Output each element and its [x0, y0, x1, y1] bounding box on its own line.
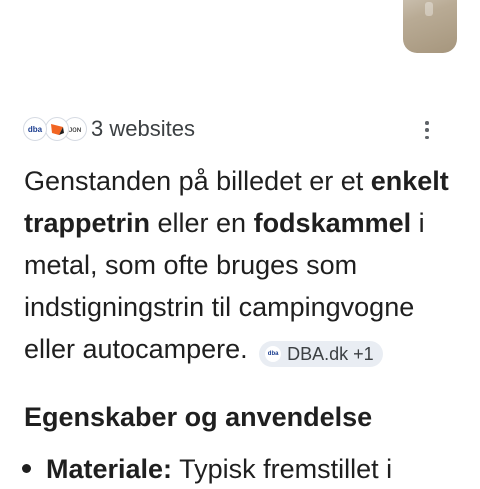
answer-paragraph: Genstanden på billedet er et enkelt trap…: [24, 160, 469, 370]
dba-favicon-icon: dba: [23, 117, 47, 141]
source-favicons: dba ᴊᴏɴ: [23, 114, 87, 144]
answer-bold-2: fodskammel: [253, 208, 412, 238]
answer-text-2: eller en: [150, 208, 254, 238]
answer-text-1: Genstanden på billedet er et: [24, 166, 371, 196]
orange-logo-icon: [45, 117, 69, 141]
dba-chip-icon: dba: [265, 346, 282, 362]
list-item: Materiale: Typisk fremstillet i: [22, 449, 392, 489]
sources-row[interactable]: dba ᴊᴏɴ 3 websites: [23, 113, 463, 145]
bullet-dot-icon: [22, 464, 31, 473]
section-heading: Egenskaber og anvendelse: [24, 402, 373, 432]
source-chip[interactable]: dba DBA.dk +1: [259, 341, 383, 367]
more-options-icon[interactable]: [424, 121, 430, 139]
sources-count-label: 3 websites: [91, 116, 195, 141]
image-thumbnail[interactable]: [403, 0, 457, 53]
source-chip-label: DBA.dk +1: [287, 344, 374, 364]
